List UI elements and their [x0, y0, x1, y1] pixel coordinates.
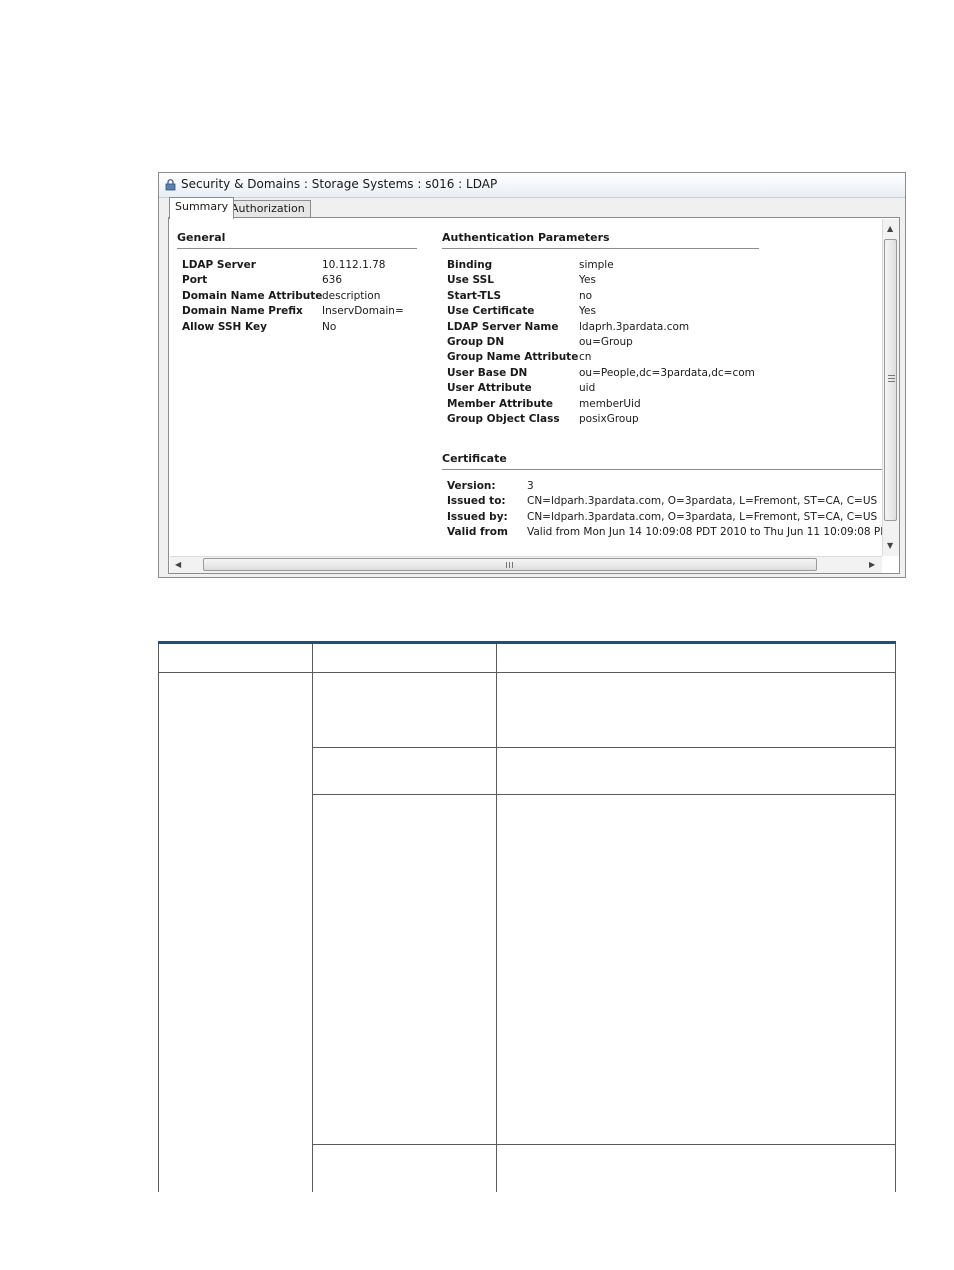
auth-key: Group DN — [447, 335, 505, 348]
certificate-section-title: Certificate — [442, 452, 507, 465]
certificate-key: Valid from — [447, 526, 508, 539]
horizontal-scroll-thumb[interactable] — [203, 558, 817, 571]
auth-value: Yes — [579, 274, 596, 287]
table-row-rule — [312, 747, 896, 748]
scroll-down-arrow-icon[interactable]: ▼ — [887, 542, 893, 550]
table-col-border — [895, 644, 896, 1192]
auth-key: Group Name Attribute — [447, 351, 579, 364]
table-col-border — [158, 644, 159, 1192]
grip-line-icon — [888, 381, 895, 382]
grip-line-icon — [506, 562, 507, 568]
certificate-value: Valid from Mon Jun 14 10:09:08 PDT 2010 … — [527, 526, 900, 539]
auth-value: ou=Group — [579, 335, 633, 348]
general-key: Domain Name Prefix — [182, 305, 303, 318]
auth-key: Binding — [447, 259, 493, 271]
window-title: Security & Domains : Storage Systems : s… — [181, 177, 498, 191]
auth-value: memberUid — [579, 397, 641, 410]
auth-key: Use Certificate — [447, 305, 535, 318]
grip-line-icon — [888, 378, 895, 379]
auth-key: User Base DN — [447, 366, 528, 379]
tab-authorization[interactable]: Authorization — [225, 200, 311, 217]
general-key: Allow SSH Key — [182, 320, 267, 333]
table-header-rule — [158, 672, 896, 673]
certificate-value: 3 — [527, 480, 534, 492]
general-key: Domain Name Attribute — [182, 289, 323, 302]
general-value: No — [322, 320, 337, 333]
table-col-border — [312, 644, 313, 1192]
auth-key: Start-TLS — [447, 289, 502, 302]
auth-value: ldaprh.3pardata.com — [579, 320, 690, 333]
general-value: InservDomain= — [322, 305, 404, 318]
auth-value: no — [579, 289, 593, 302]
auth-key: Group Object Class — [447, 412, 560, 425]
vertical-scrollbar[interactable]: ▲ ▼ — [882, 219, 899, 556]
summary-panel: General LDAP Server 10.112.1.78 Port 636 Dom… — [168, 217, 900, 574]
auth-divider — [442, 248, 759, 249]
general-value: 10.112.1.78 — [322, 259, 386, 271]
auth-value: simple — [579, 259, 614, 271]
auth-key: Use SSL — [447, 274, 494, 287]
auth-value: cn — [579, 351, 592, 364]
auth-key: Member Attribute — [447, 397, 554, 410]
general-value: description — [322, 289, 381, 302]
certificate-key: Version: — [447, 480, 496, 492]
table-top-rule — [158, 641, 896, 644]
auth-value: posixGroup — [579, 412, 639, 425]
lock-icon — [165, 179, 176, 191]
auth-key: LDAP Server Name — [447, 320, 559, 333]
auth-section-title: Authentication Parameters — [442, 231, 610, 244]
certificate-value: CN=ldparh.3pardata.com, O=3pardata, L=Fr… — [527, 510, 878, 523]
grip-line-icon — [512, 562, 513, 568]
tab-summary[interactable]: Summary — [169, 197, 235, 219]
certificate-key: Issued by: — [447, 510, 508, 523]
table-col-border — [496, 644, 497, 1192]
horizontal-scrollbar[interactable]: ◀ ▶ — [170, 556, 882, 573]
general-key: LDAP Server — [182, 259, 256, 271]
general-section-title: General — [177, 231, 226, 244]
grip-line-icon — [509, 562, 510, 568]
window-titlebar: Security & Domains : Storage Systems : s… — [159, 173, 905, 198]
ldap-window: Security & Domains : Storage Systems : s… — [158, 172, 906, 578]
vertical-scroll-thumb[interactable] — [884, 239, 897, 521]
auth-value: uid — [579, 382, 596, 395]
scroll-right-arrow-icon[interactable]: ▶ — [869, 561, 875, 569]
table-row-rule — [312, 794, 896, 795]
general-value: 636 — [322, 274, 343, 287]
certificate-divider — [442, 469, 882, 470]
auth-value: Yes — [579, 305, 596, 318]
auth-key: User Attribute — [447, 382, 532, 395]
auth-value: ou=People,dc=3pardata,dc=com — [579, 366, 755, 379]
scroll-up-arrow-icon[interactable]: ▲ — [887, 225, 893, 233]
general-key: Port — [182, 274, 208, 287]
table-row-rule — [312, 1144, 896, 1145]
grip-line-icon — [888, 375, 895, 376]
general-divider — [177, 248, 417, 249]
scroll-left-arrow-icon[interactable]: ◀ — [175, 561, 181, 569]
certificate-value: CN=ldparh.3pardata.com, O=3pardata, L=Fr… — [527, 495, 878, 508]
certificate-key: Issued to: — [447, 495, 506, 508]
